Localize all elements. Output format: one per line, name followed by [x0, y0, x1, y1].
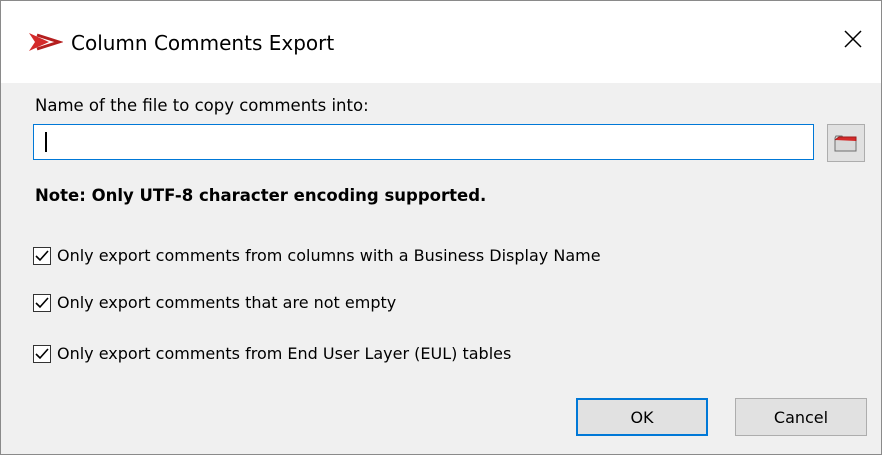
folder-icon — [834, 135, 857, 152]
window-title: Column Comments Export — [71, 31, 335, 55]
checkmark-icon — [35, 297, 49, 309]
checkbox[interactable] — [33, 294, 51, 312]
option-not-empty[interactable]: Only export comments that are not empty — [33, 291, 396, 315]
option-label: Only export comments that are not empty — [57, 293, 397, 312]
browse-file-button[interactable] — [827, 124, 865, 162]
option-label: Only export comments from End User Layer… — [57, 344, 512, 363]
cancel-button[interactable]: Cancel — [735, 398, 867, 436]
dialog-window: Column Comments Export Name of the file … — [0, 0, 882, 455]
checkmark-icon — [35, 348, 49, 360]
text-caret — [45, 132, 47, 152]
encoding-note: Note: Only UTF-8 character encoding supp… — [35, 186, 487, 205]
checkbox[interactable] — [33, 345, 51, 363]
option-eul-tables[interactable]: Only export comments from End User Layer… — [33, 342, 511, 366]
file-name-label: Name of the file to copy comments into: — [35, 96, 369, 115]
title-bar: Column Comments Export — [1, 1, 881, 83]
checkbox[interactable] — [33, 247, 51, 265]
close-icon — [844, 30, 862, 48]
ok-button[interactable]: OK — [576, 398, 708, 436]
option-business-display-name[interactable]: Only export comments from columns with a… — [33, 244, 601, 268]
option-label: Only export comments from columns with a… — [57, 246, 601, 265]
app-logo-icon — [27, 29, 64, 55]
close-button[interactable] — [825, 11, 881, 67]
checkmark-icon — [35, 250, 49, 262]
file-name-input[interactable] — [33, 124, 814, 160]
